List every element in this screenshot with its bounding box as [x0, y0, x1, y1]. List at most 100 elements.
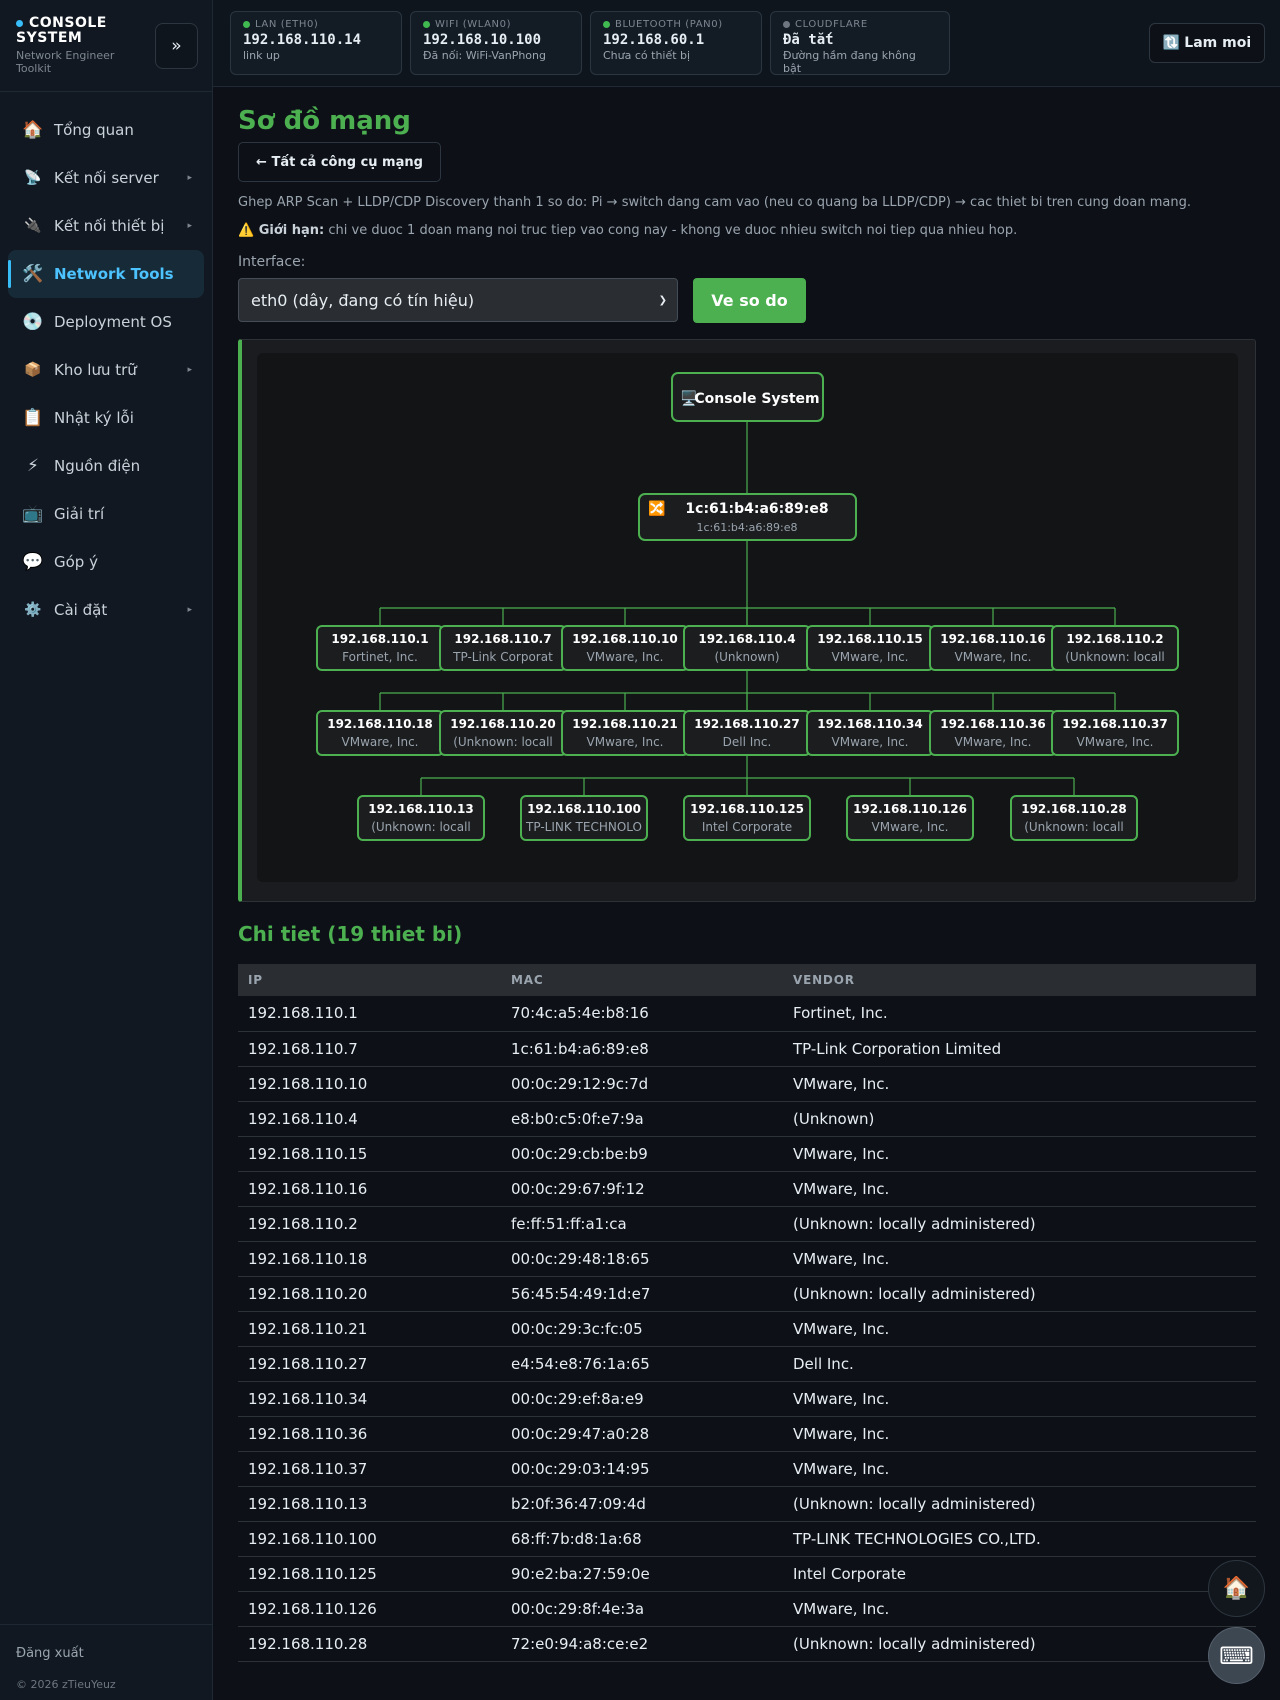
cell-mac: 56:45:54:49:1d:e7 [501, 1276, 783, 1312]
sidebar-item-server-connect[interactable]: 📡 Kết nối server ▸ [8, 154, 204, 202]
table-row: 192.168.110.18 00:0c:29:48:18:65 VMware, I… [238, 1241, 1256, 1277]
speech-bubble-icon: 💬 [22, 552, 44, 572]
device-node-ip: 192.168.110.20 [450, 717, 556, 731]
status-card-value: Đã tắt [783, 32, 834, 48]
status-card-title: CLOUDFLARE [795, 19, 868, 30]
sidebar-item-error-log[interactable]: 📋 Nhật ký lỗi [8, 394, 204, 442]
sidebar-item-power[interactable]: ⚡ Nguồn điện [8, 442, 204, 490]
sidebar-item-label: Deployment OS [54, 313, 172, 331]
cell-ip: 192.168.110.7 [238, 1031, 501, 1067]
status-card-status: Đường hầm đang không bật [783, 49, 916, 75]
table-row: 192.168.110.4 e8:b0:c5:0f:e7:9a (Unknown) [238, 1101, 1256, 1137]
cell-vendor: Intel Corporate [783, 1556, 1256, 1592]
status-card-label: LAN (ETH0) [243, 19, 389, 30]
sidebar-item-device-connect[interactable]: 🔌 Kết nối thiết bị ▸ [8, 202, 204, 250]
sidebar-item-settings[interactable]: ⚙️ Cài đặt ▸ [8, 586, 204, 634]
status-card-value: 192.168.110.14 [243, 32, 362, 48]
table-row: 192.168.110.27 e4:54:e8:76:1a:65 Dell Inc. [238, 1346, 1256, 1382]
status-card-label: BLUETOOTH (PAN0) [603, 19, 749, 30]
device-node-vendor: VMware, Inc. [955, 735, 1032, 749]
cell-mac: e4:54:e8:76:1a:65 [501, 1346, 783, 1382]
sidebar-item-overview[interactable]: 🏠 Tổng quan [8, 106, 204, 154]
cell-ip: 192.168.110.1 [238, 996, 501, 1032]
table-row: 192.168.110.100 68:ff:7b:d8:1a:68 TP-LINK … [238, 1521, 1256, 1557]
sidebar-item-deployment-os[interactable]: 💿 Deployment OS [8, 298, 204, 346]
table-row: 192.168.110.1 70:4c:a5:4e:b8:16 Fortinet, … [238, 996, 1256, 1032]
sidebar-item-feedback[interactable]: 💬 Góp ý [8, 538, 204, 586]
status-card-label: CLOUDFLARE [783, 19, 937, 30]
device-node-ip: 192.168.110.2 [1066, 632, 1163, 646]
back-to-network-tools-button[interactable]: ← Tất cả công cụ mạng [238, 142, 441, 182]
disc-icon: 💿 [22, 312, 44, 332]
cell-ip: 192.168.110.16 [238, 1171, 501, 1207]
device-node-ip: 192.168.110.28 [1021, 802, 1127, 816]
status-dot-icon [243, 20, 250, 28]
device-node-vendor: TP-Link Corporat [452, 650, 553, 664]
cell-vendor: (Unknown: locally administered) [783, 1276, 1256, 1312]
cell-mac: b2:0f:36:47:09:4d [501, 1486, 783, 1522]
device-node-vendor: Intel Corporate [702, 820, 792, 834]
status-card-title: BLUETOOTH (PAN0) [615, 19, 723, 30]
home-floating-button[interactable]: 🏠 [1208, 1560, 1265, 1617]
chevron-right-icon: ▸ [187, 173, 192, 183]
table-row: 192.168.110.7 1c:61:b4:a6:89:e8 TP-Link Co… [238, 1031, 1256, 1067]
keyboard-floating-button[interactable]: ⌨ [1208, 1627, 1265, 1684]
sidebar-item-storage[interactable]: 📦 Kho lưu trữ ▸ [8, 346, 204, 394]
table-row: 192.168.110.2 fe:ff:51:ff:a1:ca (Unknown: … [238, 1206, 1256, 1242]
device-node-ip: 192.168.110.1 [331, 632, 428, 646]
status-card-cloudflare: CLOUDFLARE Đã tắt Đường hầm đang không bật [770, 11, 950, 75]
cell-mac: 00:0c:29:3c:fc:05 [501, 1311, 783, 1347]
cell-vendor: VMware, Inc. [783, 1591, 1256, 1627]
network-map-panel: 🖥️ Console System 🔀 1c:61:b4:a6:89:e8 1c:61:… [238, 339, 1256, 902]
cell-mac: 00:0c:29:8f:4e:3a [501, 1591, 783, 1627]
sidebar-item-network-tools[interactable]: 🛠️ Network Tools [8, 250, 204, 298]
interface-label: Interface: [238, 254, 306, 270]
draw-diagram-button[interactable]: Ve so do [693, 278, 806, 323]
sidebar-item-entertainment[interactable]: 📺 Giải trí [8, 490, 204, 538]
table-row: 192.168.110.36 00:0c:29:47:a0:28 VMware, I… [238, 1416, 1256, 1452]
refresh-button[interactable]: 🔃 Lam moi [1149, 23, 1265, 63]
cell-vendor: VMware, Inc. [783, 1171, 1256, 1207]
cell-ip: 192.168.110.18 [238, 1241, 501, 1277]
package-icon: 📦 [24, 362, 42, 378]
cell-ip: 192.168.110.126 [238, 1591, 501, 1627]
interface-select[interactable]: eth0 (dây, đang có tín hiệu) ❯ [238, 278, 678, 322]
logout-link[interactable]: Đăng xuất [16, 1646, 84, 1661]
table-row: 192.168.110.10 00:0c:29:12:9c:7d VMware, I… [238, 1066, 1256, 1102]
chevron-right-icon: ▸ [187, 365, 192, 375]
device-node-ip: 192.168.110.125 [690, 802, 804, 816]
table-row: 192.168.110.16 00:0c:29:67:9f:12 VMware, I… [238, 1171, 1256, 1207]
sidebar-item-label: Góp ý [54, 553, 98, 571]
chevron-down-icon: ❯ [658, 294, 667, 306]
cell-mac: 00:0c:29:ef:8a:e9 [501, 1381, 783, 1417]
device-node-vendor: VMware, Inc. [1077, 735, 1154, 749]
device-node-vendor: (Unknown: locall [1065, 650, 1165, 664]
cell-ip: 192.168.110.28 [238, 1626, 501, 1662]
device-node-vendor: VMware, Inc. [587, 735, 664, 749]
chevron-right-icon: ▸ [187, 605, 192, 615]
cell-vendor: TP-LINK TECHNOLOGIES CO.,LTD. [783, 1521, 1256, 1557]
home-icon: 🏠 [22, 120, 44, 140]
brand: CONSOLE SYSTEM Network Engineer Toolkit … [0, 0, 212, 92]
device-node-vendor: Dell Inc. [723, 735, 772, 749]
tools-icon: 🛠️ [22, 264, 44, 284]
cell-vendor: (Unknown: locally administered) [783, 1626, 1256, 1662]
device-node-ip: 192.168.110.27 [694, 717, 800, 731]
cell-vendor: TP-Link Corporation Limited [783, 1031, 1256, 1067]
device-node-vendor: (Unknown) [714, 650, 779, 664]
cell-vendor: Fortinet, Inc. [783, 996, 1256, 1032]
cell-ip: 192.168.110.13 [238, 1486, 501, 1522]
topbar: LAN (ETH0) 192.168.110.14 link up WIFI (WLA… [213, 0, 1280, 87]
device-node-vendor: VMware, Inc. [832, 650, 909, 664]
table-row: 192.168.110.125 90:e2:ba:27:59:0e Intel Co… [238, 1556, 1256, 1592]
clipboard-icon: 📋 [22, 408, 44, 428]
collapse-sidebar-button[interactable]: » [155, 23, 198, 69]
switch-label: 1c:61:b4:a6:89:e8 [685, 501, 828, 517]
switch-icon: 🔀 [648, 500, 665, 517]
status-card-status: link up [243, 49, 280, 62]
status-dot-icon [16, 19, 23, 27]
cell-mac: 68:ff:7b:d8:1a:68 [501, 1521, 783, 1557]
refresh-icon: 🔃 [1162, 35, 1181, 51]
cell-ip: 192.168.110.27 [238, 1346, 501, 1382]
cell-mac: 00:0c:29:48:18:65 [501, 1241, 783, 1277]
